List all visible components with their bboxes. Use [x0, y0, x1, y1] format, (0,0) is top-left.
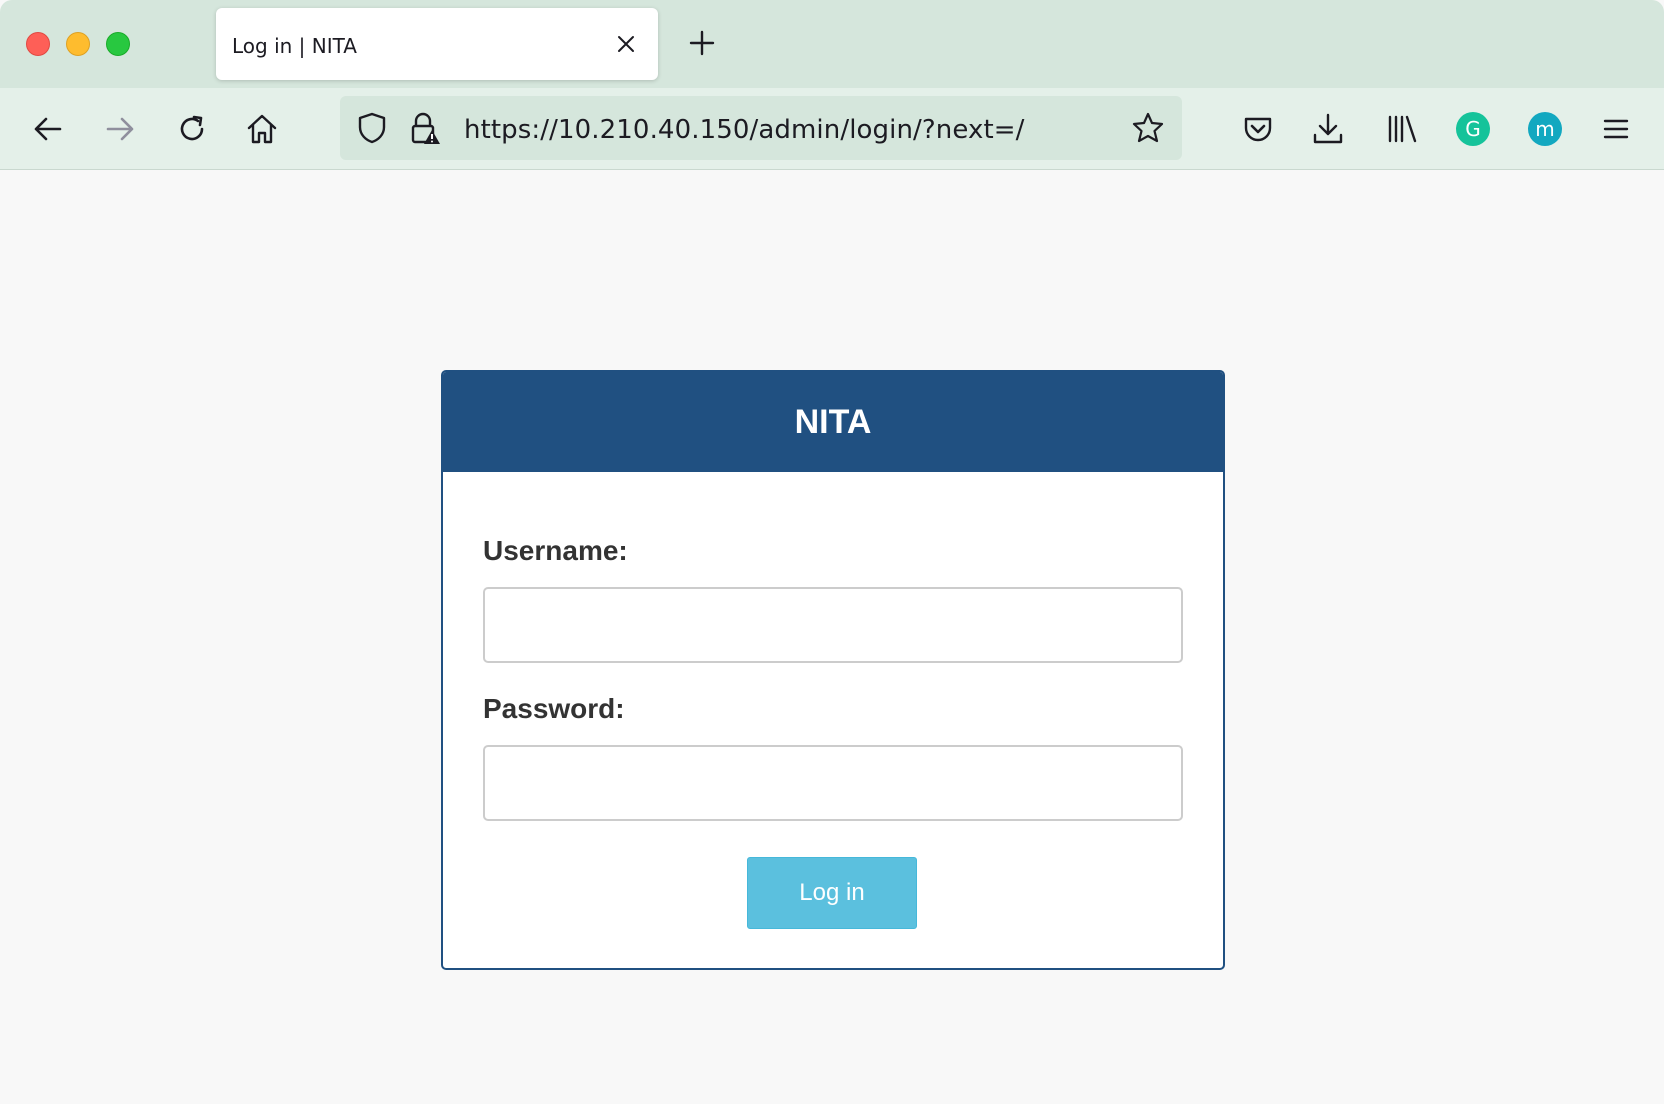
- password-label: Password:: [483, 693, 625, 724]
- tab-title: Log in | NITA: [232, 34, 357, 58]
- login-header: NITA: [443, 372, 1223, 472]
- pocket-icon[interactable]: [1240, 111, 1276, 147]
- maximize-window-button[interactable]: [106, 32, 130, 56]
- login-form-container: NITA Username: Password: Log in: [441, 370, 1225, 970]
- minimize-window-button[interactable]: [66, 32, 90, 56]
- password-input[interactable]: [483, 745, 1183, 821]
- username-input[interactable]: [483, 587, 1183, 663]
- m-extension-icon[interactable]: m: [1528, 112, 1562, 146]
- close-window-button[interactable]: [26, 32, 50, 56]
- m-extension-letter: m: [1535, 117, 1555, 141]
- hamburger-menu-icon[interactable]: [1598, 111, 1634, 147]
- tab-active[interactable]: Log in | NITA: [216, 8, 658, 80]
- tab-strip: Log in | NITA: [0, 0, 1664, 88]
- grammarly-letter: G: [1465, 117, 1481, 141]
- address-bar[interactable]: https://10.210.40.150/admin/login/?next=…: [340, 96, 1182, 160]
- grammarly-extension-icon[interactable]: G: [1456, 112, 1490, 146]
- username-label: Username:: [483, 535, 628, 566]
- new-tab-icon[interactable]: [688, 29, 716, 57]
- back-arrow-icon[interactable]: [30, 111, 66, 147]
- insecure-lock-icon[interactable]: [406, 110, 442, 146]
- login-button-label: Log in: [799, 879, 865, 906]
- url-text[interactable]: https://10.210.40.150/admin/login/?next=…: [464, 115, 1025, 145]
- login-button[interactable]: Log in: [747, 857, 917, 929]
- tracking-protection-shield-icon[interactable]: [354, 110, 390, 146]
- close-tab-icon[interactable]: [614, 32, 638, 56]
- page-content: NITA Username: Password: Log in: [0, 170, 1664, 1104]
- library-icon[interactable]: [1384, 111, 1420, 147]
- browser-window: Log in | NITA https://10.210.40.150/admi…: [0, 0, 1664, 1104]
- navigation-toolbar: https://10.210.40.150/admin/login/?next=…: [0, 88, 1664, 170]
- bookmark-star-icon[interactable]: [1130, 110, 1166, 146]
- home-icon[interactable]: [244, 111, 280, 147]
- forward-arrow-icon[interactable]: [102, 111, 138, 147]
- site-title: NITA: [794, 402, 872, 441]
- reload-icon[interactable]: [174, 111, 210, 147]
- downloads-icon[interactable]: [1310, 111, 1346, 147]
